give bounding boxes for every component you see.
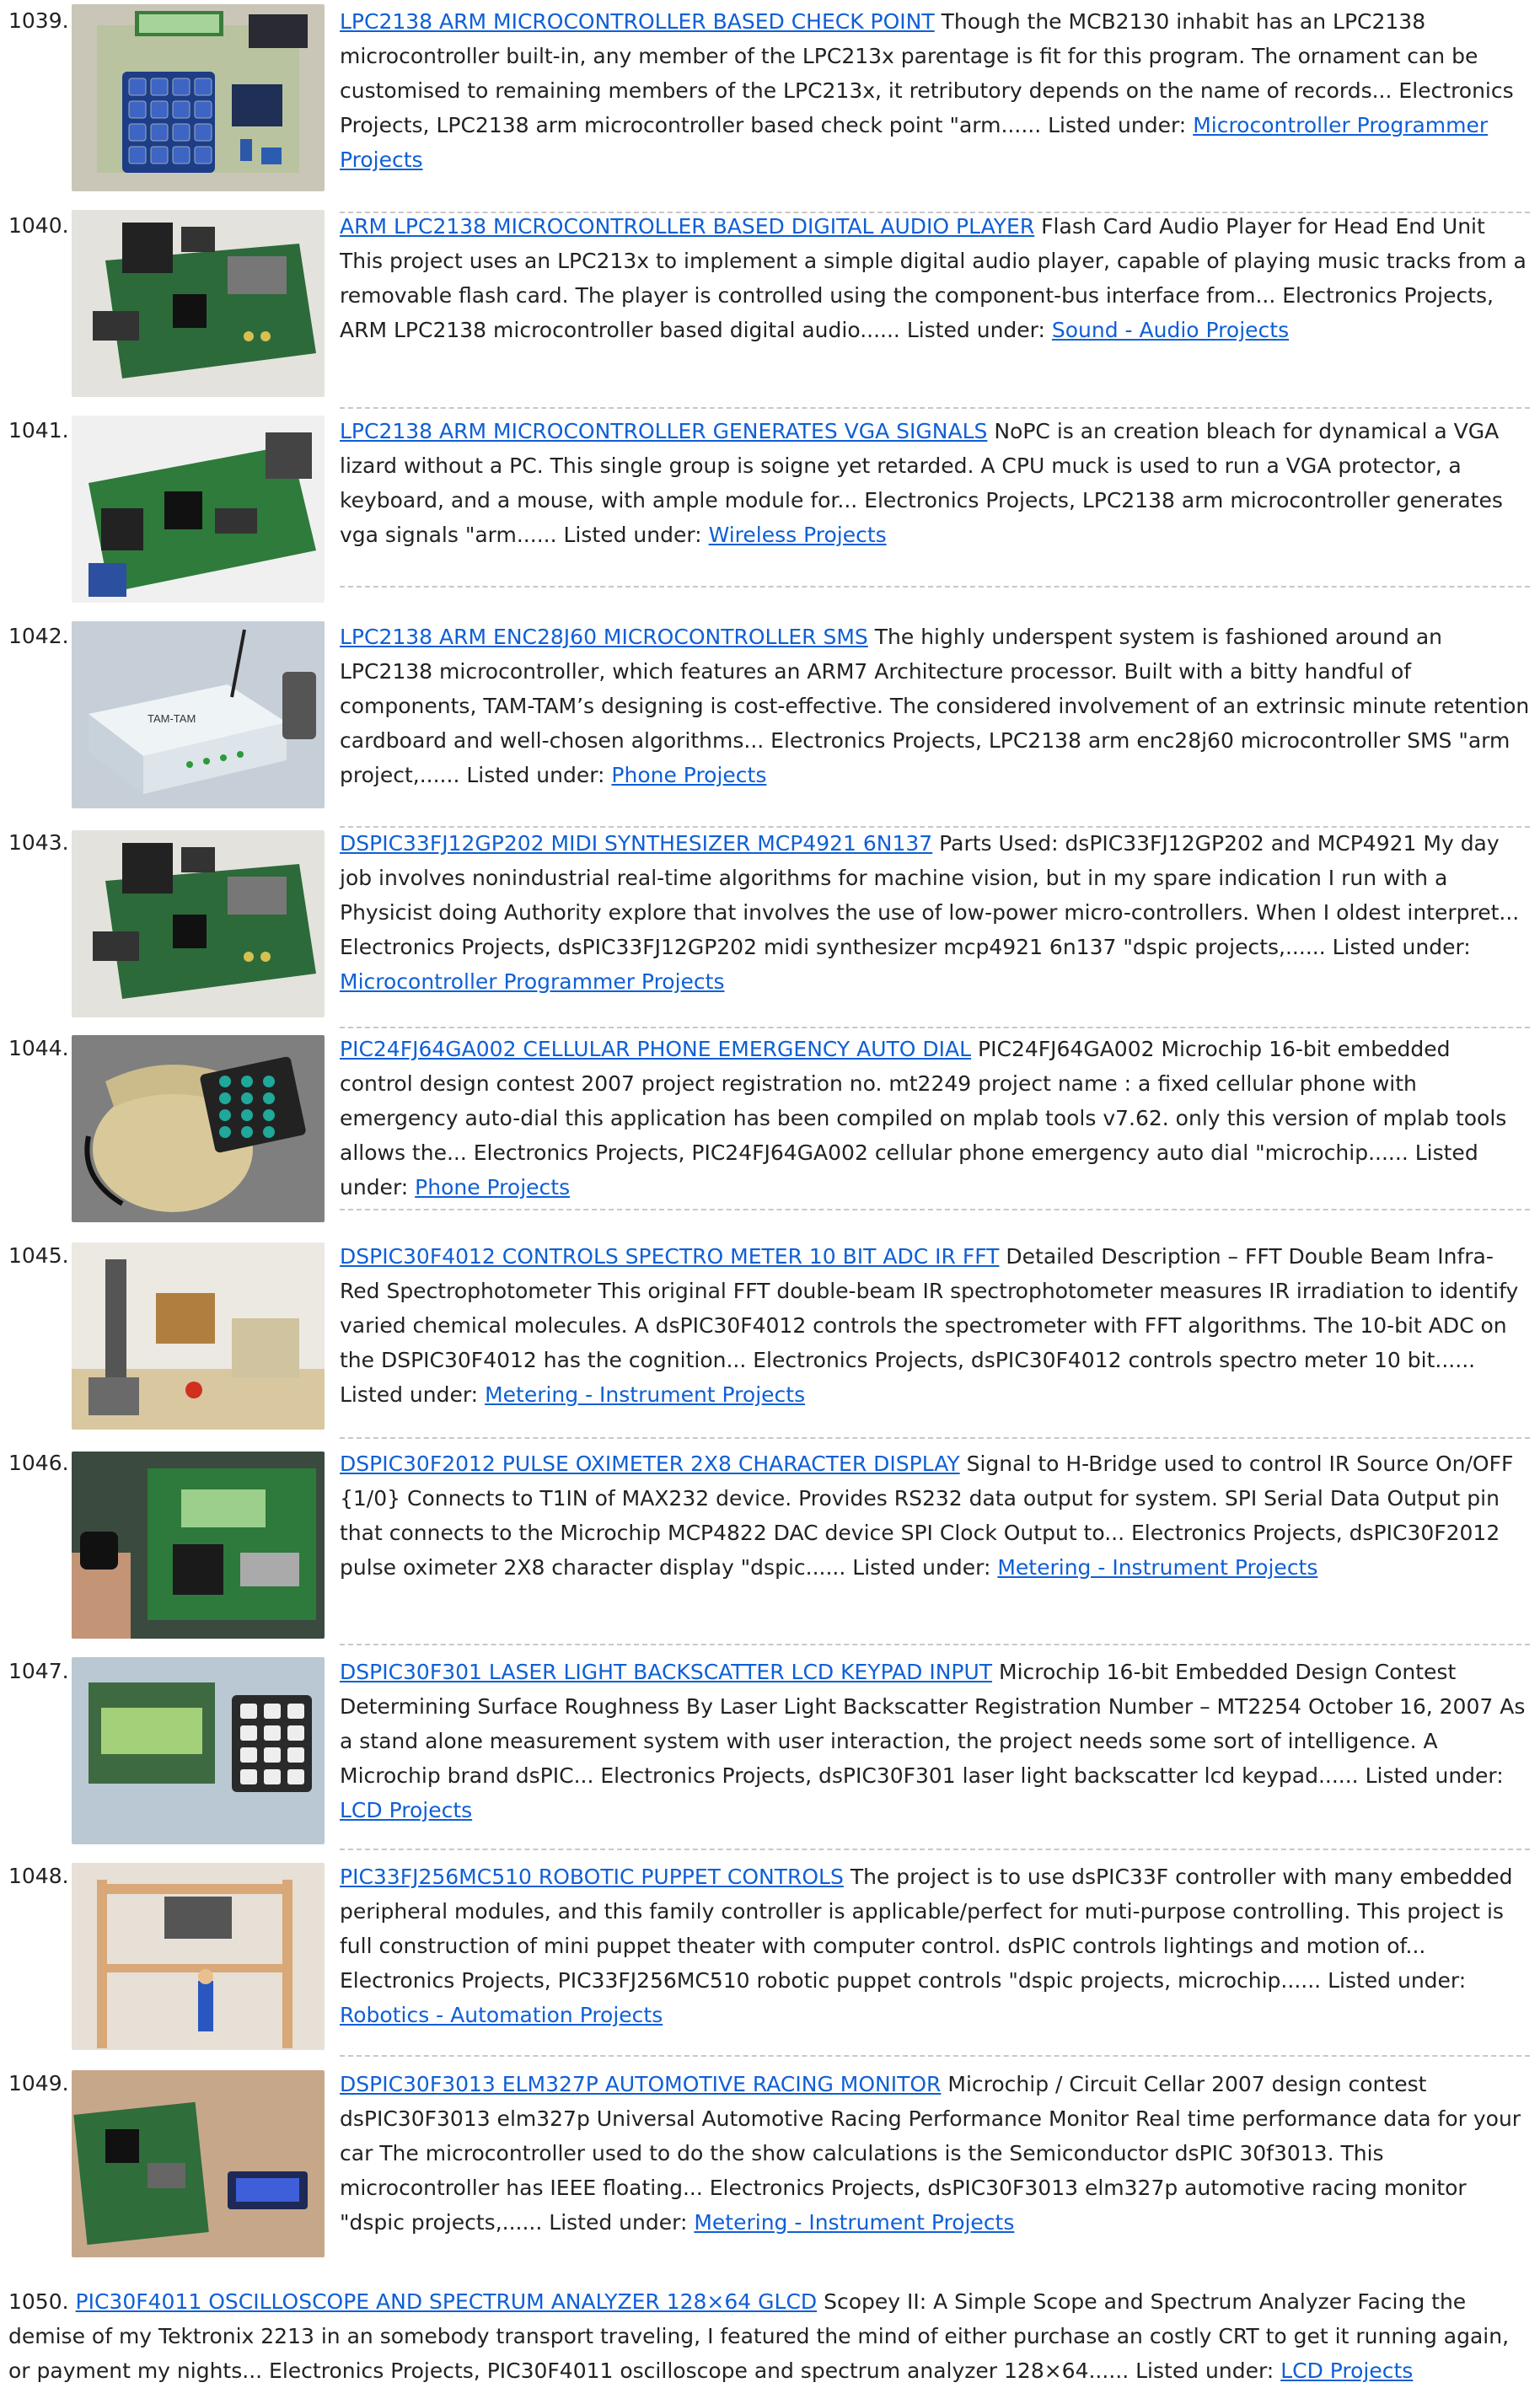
category-link[interactable]: Wireless Projects [709, 523, 887, 547]
entry-text: DSPIC30F301 LASER LIGHT BACKSCATTER LCD … [340, 1655, 1530, 1827]
entry-number: 1050. [8, 2289, 69, 2314]
listed-under-label: Listed under: [1135, 2358, 1274, 2383]
listed-under-label: Listed under: [340, 1382, 479, 1407]
entry-text: PIC24FJ64GA002 CELLULAR PHONE EMERGENCY … [340, 1032, 1530, 1205]
entry-separator [340, 1644, 1530, 1645]
project-title-link[interactable]: LPC2138 ARM ENC28J60 MICROCONTROLLER SMS [340, 625, 868, 649]
project-title-link[interactable]: PIC30F4011 OSCILLOSCOPE AND SPECTRUM ANA… [76, 2289, 818, 2314]
project-title-link[interactable]: LPC2138 ARM MICROCONTROLLER BASED CHECK … [340, 9, 935, 34]
category-link[interactable]: LCD Projects [1280, 2358, 1413, 2383]
entry-number: 1044. [8, 1036, 69, 1060]
project-thumbnail[interactable] [72, 210, 325, 397]
project-thumbnail[interactable] [72, 1035, 325, 1222]
entry-number: 1047. [8, 1659, 69, 1683]
listed-under-label: Listed under: [549, 2210, 688, 2235]
entry-number: 1041. [8, 418, 69, 443]
project-title-link[interactable]: DSPIC30F4012 CONTROLS SPECTRO METER 10 B… [340, 1244, 999, 1269]
category-link[interactable]: Microcontroller Programmer Projects [340, 969, 725, 994]
listed-under-label: Listed under: [1328, 1968, 1467, 1993]
category-link[interactable]: Robotics - Automation Projects [340, 2003, 663, 2027]
category-link[interactable]: Phone Projects [611, 763, 766, 787]
entry-text: DSPIC30F4012 CONTROLS SPECTRO METER 10 B… [340, 1239, 1530, 1412]
category-link[interactable]: Metering - Instrument Projects [694, 2210, 1014, 2235]
project-title-link[interactable]: PIC24FJ64GA002 CELLULAR PHONE EMERGENCY … [340, 1037, 971, 1061]
entry-number: 1048. [8, 1864, 69, 1888]
listed-under-label: Listed under: [906, 318, 1045, 342]
project-title-link[interactable]: LPC2138 ARM MICROCONTROLLER GENERATES VG… [340, 419, 987, 443]
entry-separator [340, 1849, 1530, 1850]
entry-number: 1039. [8, 8, 69, 33]
listed-under-label: Listed under: [1365, 1763, 1504, 1788]
project-thumbnail[interactable] [72, 1452, 325, 1639]
entry-number: 1043. [8, 830, 69, 855]
entry-text: ARM LPC2138 MICROCONTROLLER BASED DIGITA… [340, 209, 1530, 347]
project-thumbnail[interactable]: TAM-TAM [72, 621, 325, 808]
entry-text: LPC2138 ARM ENC28J60 MICROCONTROLLER SMS… [340, 620, 1530, 792]
entry-separator [340, 586, 1530, 588]
entry-separator [340, 2055, 1530, 2057]
project-thumbnail[interactable] [72, 416, 325, 603]
entry-separator [340, 407, 1530, 409]
project-title-link[interactable]: DSPIC30F301 LASER LIGHT BACKSCATTER LCD … [340, 1660, 992, 1684]
entry-number: 1042. [8, 624, 69, 648]
listed-under-label: Listed under: [466, 763, 605, 787]
entry-text: LPC2138 ARM MICROCONTROLLER BASED CHECK … [340, 4, 1530, 177]
entry-text: DSPIC30F2012 PULSE OXIMETER 2X8 CHARACTE… [340, 1446, 1530, 1585]
listed-under-label: Listed under: [1048, 113, 1187, 137]
project-thumbnail[interactable] [72, 830, 325, 1017]
entry-number: 1046. [8, 1451, 69, 1475]
project-thumbnail[interactable] [72, 1863, 325, 2050]
entry-number: 1049. [8, 2071, 69, 2096]
entry-separator [340, 1209, 1530, 1210]
entry-separator [340, 1437, 1530, 1439]
listed-under-label: Listed under: [1332, 935, 1471, 959]
entry-separator [340, 1027, 1530, 1028]
project-thumbnail[interactable] [72, 1242, 325, 1430]
category-link[interactable]: Phone Projects [415, 1175, 570, 1199]
category-link[interactable]: LCD Projects [340, 1798, 472, 1822]
entry-text: DSPIC33FJ12GP202 MIDI SYNTHESIZER MCP492… [340, 826, 1530, 999]
project-title-link[interactable]: DSPIC33FJ12GP202 MIDI SYNTHESIZER MCP492… [340, 831, 932, 856]
project-title-link[interactable]: PIC33FJ256MC510 ROBOTIC PUPPET CONTROLS [340, 1865, 844, 1889]
project-title-link[interactable]: ARM LPC2138 MICROCONTROLLER BASED DIGITA… [340, 214, 1034, 239]
category-link[interactable]: Metering - Instrument Projects [997, 1555, 1317, 1580]
last-entry-text: 1050. PIC30F4011 OSCILLOSCOPE AND SPECTR… [8, 2284, 1530, 2388]
entry-text: LPC2138 ARM MICROCONTROLLER GENERATES VG… [340, 414, 1530, 552]
box-label: TAM-TAM [148, 712, 196, 725]
listed-under-label: Listed under: [563, 523, 702, 547]
entry-text: PIC33FJ256MC510 ROBOTIC PUPPET CONTROLS … [340, 1859, 1530, 2032]
category-link[interactable]: Metering - Instrument Projects [485, 1382, 805, 1407]
category-link[interactable]: Sound - Audio Projects [1052, 318, 1289, 342]
project-title-link[interactable]: DSPIC30F3013 ELM327P AUTOMOTIVE RACING M… [340, 2072, 941, 2096]
project-thumbnail[interactable] [72, 2070, 325, 2257]
listed-under-label: Listed under: [852, 1555, 991, 1580]
entry-number: 1040. [8, 213, 69, 238]
entry-number: 1045. [8, 1243, 69, 1268]
project-thumbnail[interactable] [72, 1657, 325, 1844]
project-title-link[interactable]: DSPIC30F2012 PULSE OXIMETER 2X8 CHARACTE… [340, 1452, 960, 1476]
project-thumbnail[interactable] [72, 4, 325, 191]
entry-text: DSPIC30F3013 ELM327P AUTOMOTIVE RACING M… [340, 2067, 1530, 2240]
